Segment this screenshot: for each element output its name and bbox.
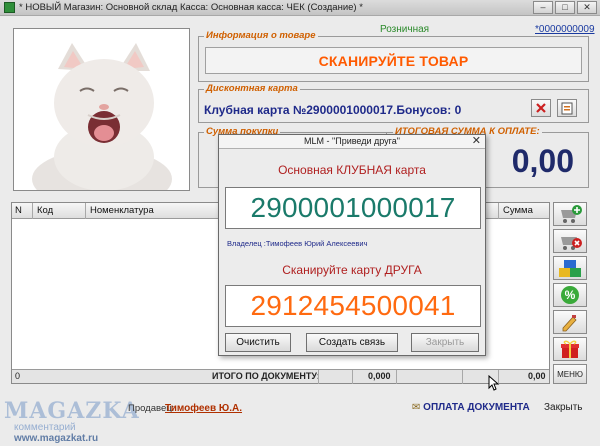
window-controls: – □ ✕ — [533, 1, 597, 14]
pay-document-label: ОПЛАТА ДОКУМЕНТА — [423, 402, 530, 413]
card-edit-icon — [561, 102, 573, 115]
discount-button[interactable]: % — [553, 283, 587, 307]
dialog-close-icon[interactable]: ✕ — [472, 135, 481, 148]
app-icon — [4, 2, 15, 13]
minimize-button[interactable]: – — [533, 1, 553, 14]
dialog-title-bar: MLM - "Приведи друга" ✕ — [219, 135, 485, 149]
maximize-button[interactable]: □ — [555, 1, 575, 14]
card-info-button[interactable] — [557, 99, 577, 117]
watermark-comment: комментарий — [14, 422, 76, 433]
gift-button[interactable] — [553, 337, 587, 361]
product-photo — [13, 28, 190, 191]
footer-sum-qty: 0,000 — [368, 371, 391, 381]
kitten-image — [14, 29, 189, 190]
cart-add-icon — [561, 205, 582, 223]
primary-card-label: Основная КЛУБНАЯ карта — [278, 163, 426, 177]
scan-product-field[interactable]: СКАНИРУЙТЕ ТОВАР — [205, 47, 582, 74]
products-button[interactable] — [553, 256, 587, 280]
discount-card-group: Дисконтная карта Клубная карта №29000010… — [198, 83, 589, 123]
delete-icon — [536, 103, 546, 113]
card-owner: Владелец :Тимофеев Юрий Алексеевич — [227, 239, 368, 248]
cart-remove-icon — [561, 237, 582, 250]
edit-button[interactable] — [553, 310, 587, 334]
title-bar: * НОВЫЙ Магазин: Основной склад Касса: О… — [0, 0, 600, 16]
footer-sum-total: 0,00 — [528, 371, 546, 381]
mouse-cursor-icon — [488, 375, 500, 391]
footer-count: 0 — [15, 371, 21, 381]
window-title: * НОВЫЙ Магазин: Основной склад Касса: О… — [19, 2, 363, 13]
remove-card-button[interactable] — [531, 99, 551, 117]
boxes-icon — [559, 260, 581, 277]
svg-text:%: % — [565, 288, 576, 302]
create-link-button[interactable]: Создать связь — [306, 333, 398, 352]
friend-card-label: Сканируйте карту ДРУГА — [282, 263, 422, 277]
remove-from-cart-button[interactable] — [553, 229, 587, 253]
primary-card-number[interactable]: 2900001000017 — [225, 187, 481, 229]
seller-name[interactable]: Тимофеев Ю.А. — [165, 403, 242, 414]
dialog-title: MLM - "Приведи друга" — [304, 136, 400, 146]
col-sum[interactable]: Сумма — [503, 205, 533, 216]
discount-card-title: Дисконтная карта — [204, 83, 300, 94]
total-due-value: 0,00 — [511, 143, 574, 179]
footer-total-label: ИТОГО ПО ДОКУМЕНТУ: — [212, 371, 320, 381]
pay-document-button[interactable]: ✉ ОПЛАТА ДОКУМЕНТА — [412, 402, 530, 413]
watermark-brand: MAGAZKA — [4, 398, 140, 424]
col-nomenclature[interactable]: Номенклатура — [90, 205, 154, 216]
add-to-cart-button[interactable] — [553, 202, 587, 226]
close-button[interactable]: Закрыть — [544, 402, 583, 413]
clear-button[interactable]: Очистить — [225, 333, 291, 352]
mlm-dialog: MLM - "Приведи друга" ✕ Основная КЛУБНАЯ… — [218, 134, 486, 356]
gift-icon — [561, 340, 579, 358]
col-n[interactable]: N — [15, 205, 22, 216]
document-number-link[interactable]: *0000000009 — [535, 24, 595, 35]
pencil-icon — [562, 315, 577, 332]
col-code[interactable]: Код — [37, 205, 53, 216]
table-footer: 0 ИТОГО ПО ДОКУМЕНТУ: 0,000 0,00 — [12, 369, 549, 384]
watermark-site: www.magazkat.ru — [14, 433, 99, 444]
money-icon: ✉ — [412, 402, 424, 413]
dialog-close-button[interactable]: Закрыть — [411, 333, 479, 352]
percent-icon: % — [561, 286, 579, 304]
product-info-title: Информация о товаре — [204, 30, 318, 41]
friend-card-number[interactable]: 2912454500041 — [225, 285, 481, 327]
discount-card-value: Клубная карта №2900001000017.Бонусов: 0 — [204, 103, 462, 117]
sale-mode-label: Розничная — [380, 24, 430, 35]
menu-button[interactable]: МЕНЮ — [553, 364, 587, 384]
close-window-button[interactable]: ✕ — [577, 1, 597, 14]
product-info-group: Информация о товаре СКАНИРУЙТЕ ТОВАР — [198, 30, 589, 82]
